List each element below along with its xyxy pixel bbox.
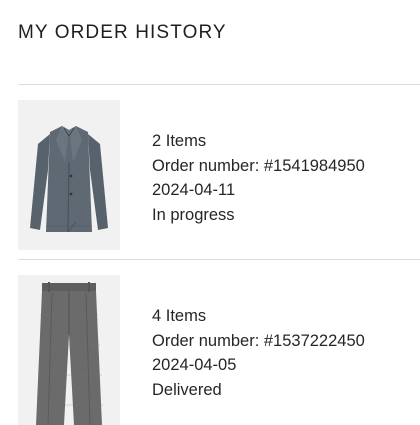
- page-title: MY ORDER HISTORY: [18, 22, 227, 43]
- order-item[interactable]: 2 Items Order number: #1541984950 2024-0…: [0, 100, 420, 258]
- order-date: 2024-04-05: [152, 356, 237, 374]
- order-number: Order number: #1537222450: [152, 331, 365, 350]
- knit-blazer-image: [18, 100, 120, 250]
- order-item-count: 2 Items: [152, 132, 207, 150]
- order-status: Delivered: [152, 380, 222, 399]
- order-divider: [18, 259, 420, 260]
- order-number: Order number: #1541984950: [152, 156, 365, 175]
- order-status: In progress: [152, 205, 235, 224]
- header-divider: [18, 84, 420, 85]
- order-item-count: 4 Items: [152, 307, 207, 325]
- product-thumbnail[interactable]: [18, 100, 120, 250]
- order-date: 2024-04-11: [152, 181, 236, 199]
- wool-trousers-image: [18, 275, 120, 425]
- order-details: 2 Items Order number: #1541984950 2024-0…: [152, 129, 365, 227]
- order-details: 4 Items Order number: #1537222450 2024-0…: [152, 304, 365, 402]
- order-item[interactable]: 4 Items Order number: #1537222450 2024-0…: [0, 275, 420, 425]
- product-thumbnail[interactable]: [18, 275, 120, 425]
